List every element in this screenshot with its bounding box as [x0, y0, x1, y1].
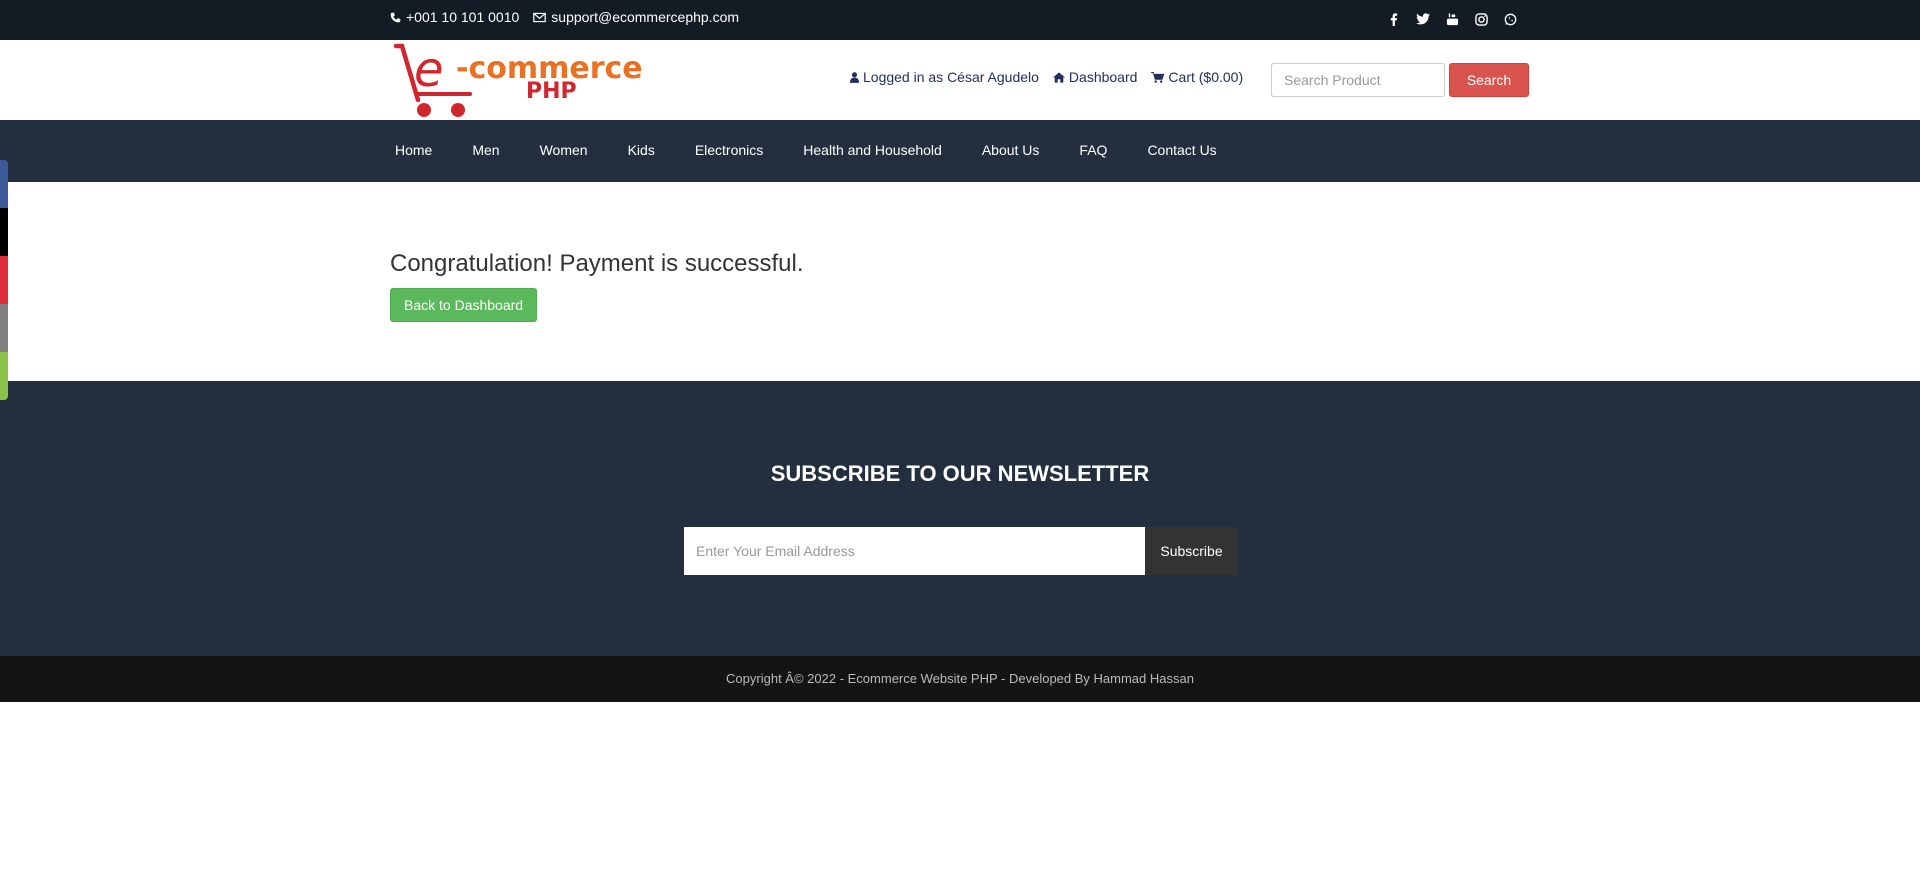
- site-logo[interactable]: e -commerce PHP: [392, 42, 647, 120]
- main-content: Congratulation! Payment is successful. B…: [0, 182, 1920, 381]
- dashboard-link[interactable]: Dashboard: [1052, 69, 1138, 85]
- social-links: [1386, 11, 1518, 27]
- newsletter-form: Subscribe: [684, 527, 1238, 575]
- search-button[interactable]: Search: [1449, 63, 1529, 97]
- phone-info: +001 10 101 0010: [390, 9, 519, 25]
- phone-number: +001 10 101 0010: [406, 9, 520, 25]
- dashboard-label: Dashboard: [1068, 69, 1138, 85]
- site-header: e -commerce PHP Logged in as César Agude…: [0, 40, 1920, 120]
- contact-info: +001 10 101 0010 support@ecommercephp.co…: [390, 9, 739, 25]
- account-link[interactable]: Logged in as César Agudelo: [850, 69, 1039, 85]
- nav-item-kids[interactable]: Kids: [628, 142, 655, 158]
- email-info: support@ecommercephp.com: [533, 9, 739, 25]
- share-twitter-tab[interactable]: [0, 208, 8, 256]
- nav-menu: Home Men Women Kids Electronics Health a…: [395, 142, 1257, 158]
- cart-label: Cart ($0.00): [1168, 69, 1244, 85]
- site-footer: Copyright Â© 2022 - Ecommerce Website PH…: [0, 656, 1920, 702]
- nav-item-women[interactable]: Women: [540, 142, 588, 158]
- email-address: support@ecommercephp.com: [551, 9, 740, 25]
- nav-item-contact-us[interactable]: Contact Us: [1147, 142, 1216, 158]
- copyright-text: Copyright Â© 2022 - Ecommerce Website PH…: [726, 671, 1194, 686]
- share-facebook-tab[interactable]: [0, 160, 8, 208]
- home-icon: [1052, 71, 1065, 83]
- youtube-icon[interactable]: [1444, 11, 1460, 27]
- nav-item-home[interactable]: Home: [395, 142, 432, 158]
- top-bar: +001 10 101 0010 support@ecommercephp.co…: [0, 0, 1920, 40]
- facebook-icon[interactable]: [1386, 11, 1402, 27]
- share-more-tab[interactable]: [0, 352, 8, 400]
- subscribe-button[interactable]: Subscribe: [1145, 527, 1238, 575]
- back-to-dashboard-button[interactable]: Back to Dashboard: [390, 288, 538, 322]
- whatsapp-icon[interactable]: [1502, 11, 1518, 27]
- cart-link[interactable]: Cart ($0.00): [1151, 69, 1243, 85]
- logo-text-sub: PHP: [526, 79, 577, 104]
- share-email-tab[interactable]: [0, 304, 8, 352]
- newsletter-title: SUBSCRIBE TO OUR NEWSLETTER: [770, 461, 1150, 486]
- payment-success-message: Congratulation! Payment is successful.: [390, 250, 804, 277]
- nav-item-health-household[interactable]: Health and Household: [803, 142, 942, 158]
- search-input[interactable]: [1271, 63, 1445, 97]
- logged-in-label: Logged in as César Agudelo: [863, 69, 1039, 85]
- twitter-icon[interactable]: [1415, 11, 1431, 27]
- nav-item-electronics[interactable]: Electronics: [695, 142, 763, 158]
- nav-item-about-us[interactable]: About Us: [982, 142, 1040, 158]
- main-nav: Home Men Women Kids Electronics Health a…: [0, 120, 1920, 182]
- share-pinterest-tab[interactable]: [0, 256, 8, 304]
- phone-icon: [390, 12, 401, 22]
- header-links: Logged in as César Agudelo Dashboard Car…: [850, 69, 1243, 85]
- newsletter-email-input[interactable]: [684, 527, 1145, 575]
- newsletter-section: SUBSCRIBE TO OUR NEWSLETTER Subscribe: [0, 381, 1920, 656]
- nav-item-men[interactable]: Men: [472, 142, 499, 158]
- side-share-strip: [0, 160, 8, 400]
- user-icon: [850, 71, 859, 83]
- nav-item-faq[interactable]: FAQ: [1079, 142, 1107, 158]
- svg-text:e: e: [414, 42, 444, 98]
- envelope-icon: [533, 12, 547, 22]
- cart-icon: [1151, 71, 1165, 83]
- instagram-icon[interactable]: [1473, 11, 1489, 27]
